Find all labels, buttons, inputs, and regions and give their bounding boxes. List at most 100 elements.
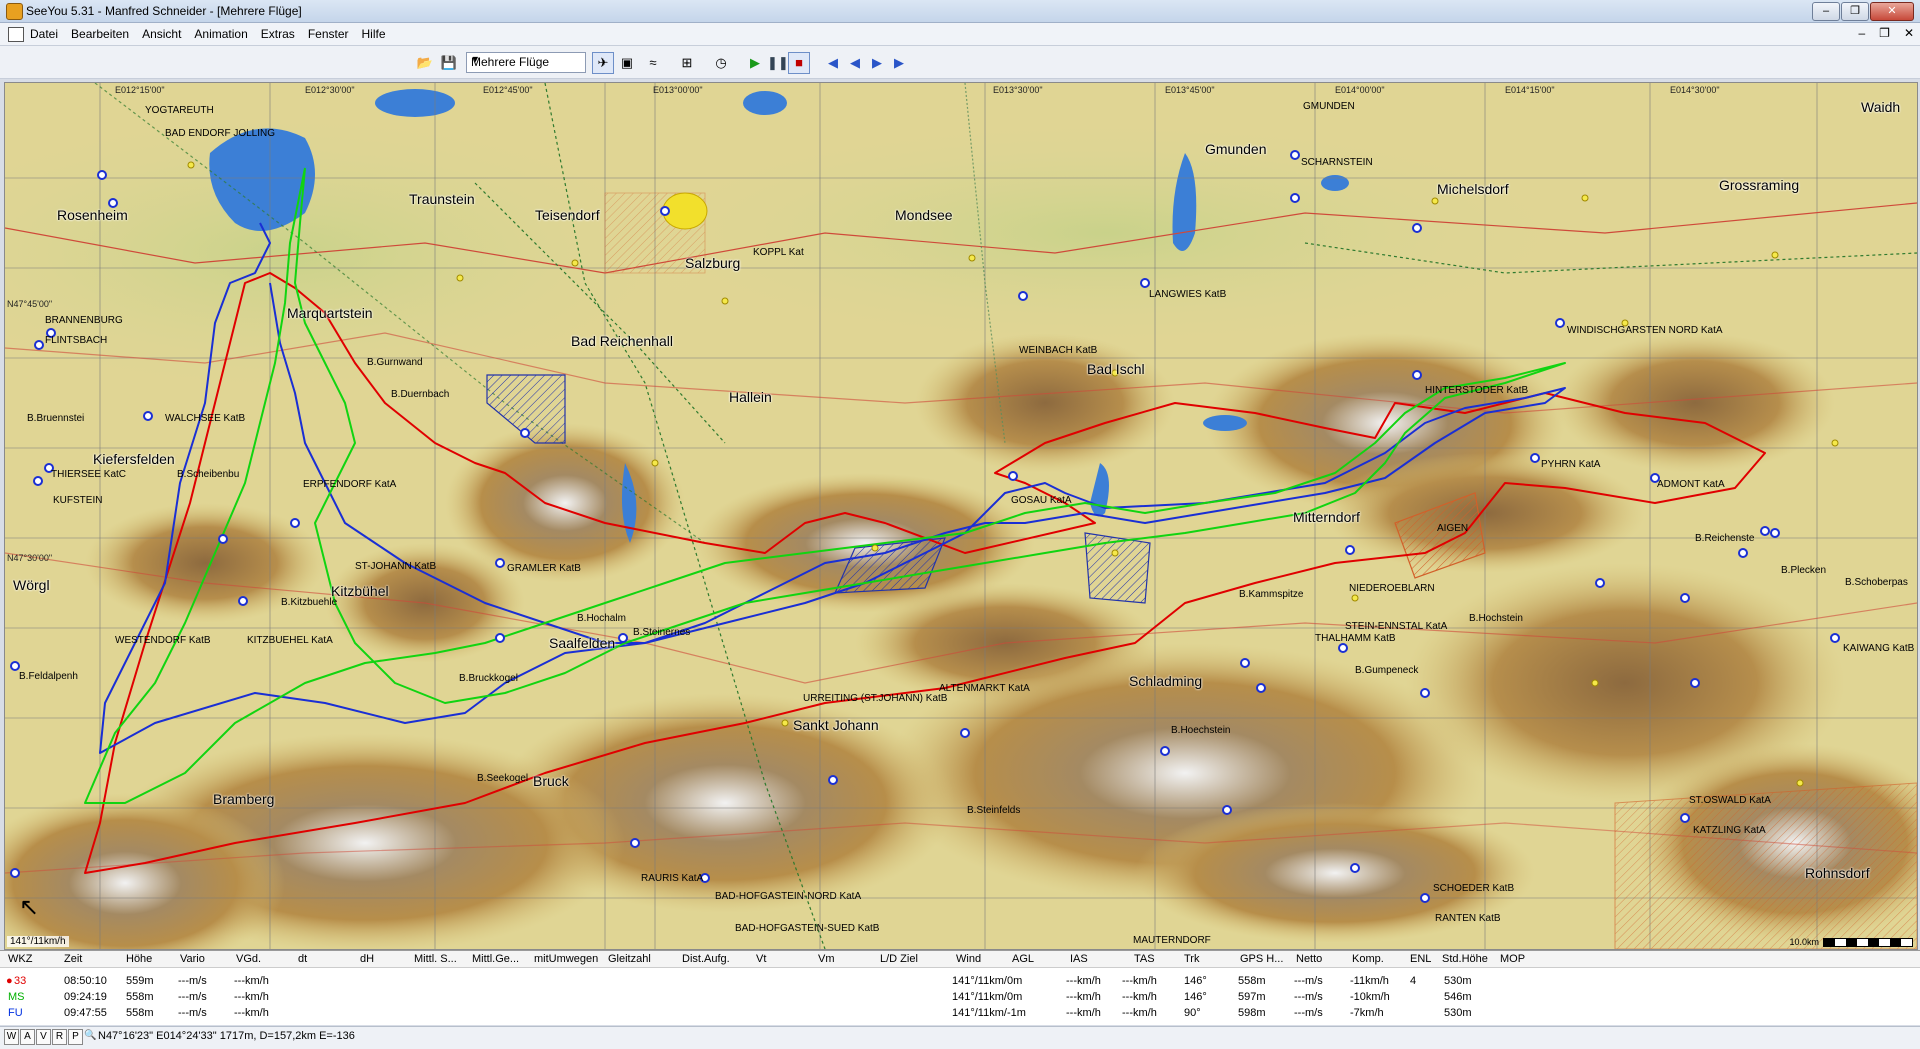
col-header[interactable]: Vario [180,953,205,965]
coord-top: E012°15'00" [115,85,165,95]
col-header[interactable]: Netto [1296,953,1322,965]
col-header[interactable]: VGd. [236,953,261,965]
col-header[interactable]: dt [298,953,307,965]
doc-close-button[interactable]: ✕ [1904,26,1914,40]
minimize-button[interactable]: – [1812,2,1840,21]
skip-back-icon[interactable]: ◀ [822,52,844,74]
table-row[interactable]: FU 09:47:55 558m ---m/s ---km/h 141°/11k… [0,1007,1920,1022]
col-header[interactable]: L/D Ziel [880,953,918,965]
play-icon[interactable]: ▶ [744,52,766,74]
town-label: Salzburg [685,255,741,271]
col-header[interactable]: Trk [1184,953,1199,965]
skip-forward-icon[interactable]: ▶ [888,52,910,74]
table-row[interactable]: MS 09:24:19 558m ---m/s ---km/h 141°/11k… [0,991,1920,1006]
town-label: Saalfelden [549,635,616,651]
place-label: KATZLING KatA [1693,825,1766,836]
col-header[interactable]: Komp. [1352,953,1384,965]
col-header[interactable]: dH [360,953,374,965]
col-header[interactable]: Wind [956,953,981,965]
scale-bar: 10.0km [1789,937,1913,947]
town-label: Grossraming [1719,177,1800,193]
place-label: BAD ENDORF JOLLING [165,128,276,139]
place-label: GRAMLER KatB [507,563,581,574]
col-header[interactable]: Zeit [64,953,82,965]
coord-top: E014°00'00" [1335,85,1385,95]
place-label: B.Seekogel [477,773,529,784]
stop-icon[interactable]: ■ [788,52,810,74]
step-forward-icon[interactable]: ▶ [866,52,888,74]
map-view[interactable]: E012°15'00" E012°30'00" E012°45'00" E013… [4,82,1918,950]
col-header[interactable]: Std.Höhe [1442,953,1488,965]
col-header[interactable]: WKZ [8,953,32,965]
place-label: FLINTSBACH [45,335,108,346]
col-header[interactable]: ENL [1410,953,1431,965]
menu-ansicht[interactable]: Ansicht [142,27,181,41]
menu-fenster[interactable]: Fenster [308,27,349,41]
town-label: Bad Ischl [1087,361,1145,377]
step-back-icon[interactable]: ◀ [844,52,866,74]
flight-data-table: WKZ Zeit Höhe Vario VGd. dt dH Mittl. S.… [0,950,1920,1025]
coord-top: E013°00'00" [653,85,703,95]
document-icon[interactable] [8,27,24,42]
chevron-down-icon: ▼ [471,54,480,64]
magnifier-icon[interactable]: 🔍 [84,1029,97,1043]
town-label: Kiefersfelden [93,451,175,467]
statistics-icon[interactable]: ⊞ [676,52,698,74]
col-header[interactable]: mitUmwegen [534,953,598,965]
col-header[interactable]: Gleitzahl [608,953,651,965]
town-label: Mitterndorf [1293,509,1360,525]
cell-netto: ---m/s [1294,975,1323,987]
cell-gps: 598m [1238,1007,1266,1019]
doc-minimize-button[interactable]: – [1858,26,1865,40]
col-header[interactable]: Mittl.Ge... [472,953,519,965]
status-button-v[interactable]: V [36,1029,51,1045]
flight-select[interactable]: Mehrere Flüge ▼ [466,52,586,73]
town-label: Rosenheim [57,207,128,223]
menu-datei[interactable]: Datei [30,27,58,41]
table-row[interactable]: ● 33 08:50:10 559m ---m/s ---km/h 141°/1… [0,975,1920,990]
col-header[interactable]: Vt [756,953,766,965]
cell-ias: ---km/h [1122,1007,1157,1019]
clock-icon[interactable]: ◷ [710,52,732,74]
col-header[interactable]: GPS H... [1240,953,1283,965]
cell-vgd: ---km/h [234,991,269,1003]
map-icon[interactable]: ▣ [616,52,638,74]
status-button-r[interactable]: R [52,1029,67,1045]
cell-std: 530m [1444,1007,1472,1019]
menu-animation[interactable]: Animation [194,27,247,41]
col-header[interactable]: IAS [1070,953,1088,965]
town-label: Rohnsdorf [1805,865,1870,881]
cell-ias: ---km/h [1122,975,1157,987]
close-button[interactable]: ✕ [1870,2,1914,21]
menu-hilfe[interactable]: Hilfe [362,27,386,41]
cell-wind: 141°/11km/-1m [952,1007,1026,1019]
status-button-w[interactable]: W [4,1029,19,1045]
toolbar: 📂 💾 Mehrere Flüge ▼ ✈ ▣ ≈ ⊞ ◷ ▶ ❚❚ ■ ◀ ◀… [0,46,1920,79]
glider-icon[interactable]: ✈ [592,52,614,74]
menu-bearbeiten[interactable]: Bearbeiten [71,27,129,41]
place-label: HINTERSTODER KatB [1425,385,1529,396]
place-label: B.Kammspitze [1239,589,1304,600]
col-header[interactable]: AGL [1012,953,1034,965]
cell-komp: -11km/h [1350,975,1389,987]
menu-extras[interactable]: Extras [261,27,295,41]
doc-restore-button[interactable]: ❐ [1879,26,1890,40]
cell-ias: ---km/h [1122,991,1157,1003]
col-header[interactable]: Vm [818,953,835,965]
status-button-p[interactable]: P [68,1029,83,1045]
open-folder-icon[interactable]: 📂 [414,52,436,74]
scale-label: 10.0km [1789,936,1819,947]
save-icon[interactable]: 💾 [438,52,460,74]
place-label: WALCHSEE KatB [165,413,246,424]
cell-agl: ---km/h [1066,1007,1101,1019]
status-button-a[interactable]: A [20,1029,35,1045]
place-label: WEINBACH KatB [1019,345,1098,356]
col-header[interactable]: TAS [1134,953,1155,965]
pause-icon[interactable]: ❚❚ [766,52,789,74]
col-header[interactable]: Dist.Aufg. [682,953,730,965]
barogram-icon[interactable]: ≈ [642,52,664,74]
col-header[interactable]: MOP [1500,953,1525,965]
maximize-button[interactable]: ❐ [1841,2,1869,21]
col-header[interactable]: Höhe [126,953,152,965]
col-header[interactable]: Mittl. S... [414,953,457,965]
